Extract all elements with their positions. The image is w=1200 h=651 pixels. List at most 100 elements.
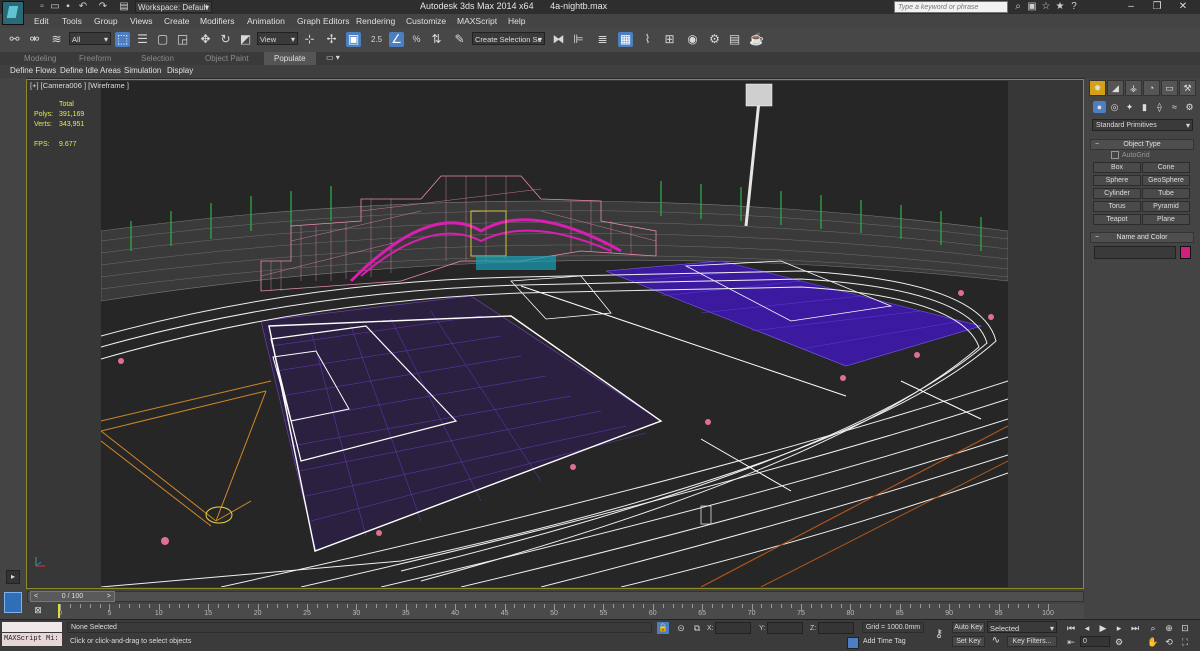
open-file-icon[interactable]: ▭ <box>49 1 61 12</box>
go-to-end-icon[interactable]: ⏭ <box>1128 622 1142 634</box>
help-icon[interactable]: ? <box>1068 1 1080 12</box>
graphite-toolbar-icon[interactable]: ▦ <box>618 32 633 47</box>
play-icon[interactable]: ▶ <box>1096 622 1110 634</box>
material-editor-icon[interactable]: ◉ <box>685 32 700 47</box>
lights-icon[interactable]: ✦ <box>1123 101 1136 113</box>
communication-center-icon[interactable]: ☆ <box>1040 1 1052 12</box>
menu-animation[interactable]: Animation <box>247 16 285 26</box>
key-mode-dropdown[interactable]: Selected <box>987 621 1057 635</box>
x-coordinate-field[interactable] <box>715 622 751 634</box>
plane-button[interactable]: Plane <box>1142 214 1190 225</box>
cone-button[interactable]: Cone <box>1142 162 1190 173</box>
create-tab-icon[interactable]: ✹ <box>1089 80 1106 96</box>
mirror-icon[interactable]: ⧓ <box>551 32 566 47</box>
new-file-icon[interactable]: ▫ <box>36 1 48 12</box>
add-time-tag-icon[interactable] <box>847 637 859 649</box>
schematic-view-icon[interactable]: ⊞ <box>662 32 677 47</box>
utilities-tab-icon[interactable]: ⚒ <box>1179 80 1196 96</box>
zoom-icon[interactable]: ⌕ <box>1146 622 1160 634</box>
orbit-icon[interactable]: ⟲ <box>1162 636 1176 648</box>
percent-snap-icon[interactable]: % <box>409 32 424 47</box>
subtab-define-flows[interactable]: Define Flows <box>10 66 56 75</box>
keyboard-shortcut-override-icon[interactable]: ▣ <box>346 32 361 47</box>
helpers-icon[interactable]: ⟠ <box>1153 101 1166 113</box>
align-icon[interactable]: ⊫ <box>571 32 586 47</box>
time-configuration-icon[interactable]: ⚙ <box>1112 636 1126 648</box>
auto-key-button[interactable]: Auto Key <box>952 622 985 633</box>
pyramid-button[interactable]: Pyramid <box>1142 201 1190 212</box>
object-color-swatch[interactable] <box>1180 246 1191 259</box>
ribbon-options-icon[interactable]: ▭ ▾ <box>326 53 340 62</box>
next-frame-icon[interactable]: ▸ <box>1112 622 1126 634</box>
space-warps-icon[interactable]: ≈ <box>1168 101 1181 113</box>
set-key-button[interactable]: Set Key <box>952 636 985 647</box>
restore-icon[interactable]: ❐ <box>1146 0 1168 14</box>
current-frame-field[interactable]: 0 <box>1080 636 1110 647</box>
lock-selection-icon[interactable]: 🔒 <box>657 622 669 634</box>
expand-viewport-icon[interactable]: ▸ <box>6 570 20 584</box>
hierarchy-tab-icon[interactable]: ⚶ <box>1125 80 1142 96</box>
y-coordinate-field[interactable] <box>767 622 803 634</box>
mini-curve-editor-toggle[interactable] <box>4 592 22 613</box>
menu-customize[interactable]: Customize <box>406 16 446 26</box>
set-keys-icon[interactable]: ∿ <box>988 634 1004 648</box>
save-icon[interactable]: ▪ <box>62 1 74 12</box>
menu-maxscript[interactable]: MAXScript <box>457 16 497 26</box>
absolute-mode-icon[interactable]: ⧉ <box>691 622 703 634</box>
tab-selection[interactable]: Selection <box>141 54 174 63</box>
curve-editor-icon[interactable]: ⌇ <box>640 32 655 47</box>
time-slider-track[interactable] <box>27 591 1084 602</box>
name-and-color-rollout[interactable]: Name and Color <box>1090 232 1194 243</box>
subtab-display[interactable]: Display <box>167 66 193 75</box>
close-icon[interactable]: ✕ <box>1172 0 1194 14</box>
favorites-icon[interactable]: ★ <box>1054 1 1066 12</box>
rendered-frame-window-icon[interactable]: ▤ <box>727 32 742 47</box>
tab-freeform[interactable]: Freeform <box>79 54 111 63</box>
redo-icon[interactable]: ↷ <box>97 1 109 12</box>
zoom-all-icon[interactable]: ⊕ <box>1162 622 1176 634</box>
unlink-icon[interactable]: ⚮ <box>27 32 42 47</box>
angle-snap-icon[interactable]: ∠ <box>389 32 404 47</box>
go-to-start-icon[interactable]: ⏮ <box>1064 622 1078 634</box>
menu-edit[interactable]: Edit <box>34 16 49 26</box>
zoom-extents-icon[interactable]: ⊡ <box>1178 622 1192 634</box>
previous-frame-icon[interactable]: ◂ <box>1080 622 1094 634</box>
geometry-icon[interactable]: ● <box>1093 101 1106 113</box>
systems-icon[interactable]: ⚙ <box>1183 101 1196 113</box>
autogrid-checkbox[interactable]: AutoGrid <box>1111 151 1150 159</box>
layer-manager-icon[interactable]: ≣ <box>595 32 610 47</box>
menu-views[interactable]: Views <box>130 16 153 26</box>
app-logo-icon[interactable] <box>2 1 24 25</box>
select-and-manipulate-icon[interactable]: ✢ <box>324 32 339 47</box>
maxscript-listener-output[interactable] <box>2 622 62 632</box>
spinner-snap-icon[interactable]: ⇅ <box>429 32 444 47</box>
select-and-link-icon[interactable]: ⚯ <box>7 32 22 47</box>
modify-tab-icon[interactable]: ◢ <box>1107 80 1124 96</box>
viewport-label[interactable]: [+] [Camera006 ] [Wireframe ] <box>30 81 129 90</box>
search-icon[interactable]: ⌕ <box>1012 1 1024 12</box>
select-object-icon[interactable]: ⬚ <box>115 32 130 47</box>
pan-icon[interactable]: ✋ <box>1146 636 1160 648</box>
torus-button[interactable]: Torus <box>1093 201 1141 212</box>
motion-tab-icon[interactable]: ◔ <box>1143 80 1160 96</box>
time-slider-handle[interactable]: 0 / 100 <box>30 591 115 602</box>
object-type-rollout[interactable]: Object Type <box>1090 139 1194 150</box>
named-selection-sets-dropdown[interactable]: Create Selection Se <box>472 32 545 46</box>
isolate-selection-icon[interactable]: ⊝ <box>675 622 687 634</box>
menu-modifiers[interactable]: Modifiers <box>200 16 234 26</box>
z-coordinate-field[interactable] <box>818 622 854 634</box>
track-bar-icon[interactable]: ⊠ <box>30 604 46 616</box>
subtab-simulation[interactable]: Simulation <box>124 66 161 75</box>
window-crossing-icon[interactable]: ◲ <box>175 32 190 47</box>
selection-filter-dropdown[interactable]: All <box>69 32 111 46</box>
subtab-define-idle-areas[interactable]: Define Idle Areas <box>60 66 121 75</box>
menu-graph-editors[interactable]: Graph Editors <box>297 16 349 26</box>
geosphere-button[interactable]: GeoSphere <box>1142 175 1190 186</box>
sphere-button[interactable]: Sphere <box>1093 175 1141 186</box>
snaps-toggle-icon[interactable]: 2.5 <box>369 32 384 47</box>
menu-create[interactable]: Create <box>164 16 190 26</box>
display-tab-icon[interactable]: ▭ <box>1161 80 1178 96</box>
key-mode-toggle-icon[interactable]: ⇤ <box>1064 636 1078 648</box>
workspace-dropdown[interactable]: Workspace: Default <box>135 1 212 13</box>
rectangular-selection-icon[interactable]: ▢ <box>155 32 170 47</box>
